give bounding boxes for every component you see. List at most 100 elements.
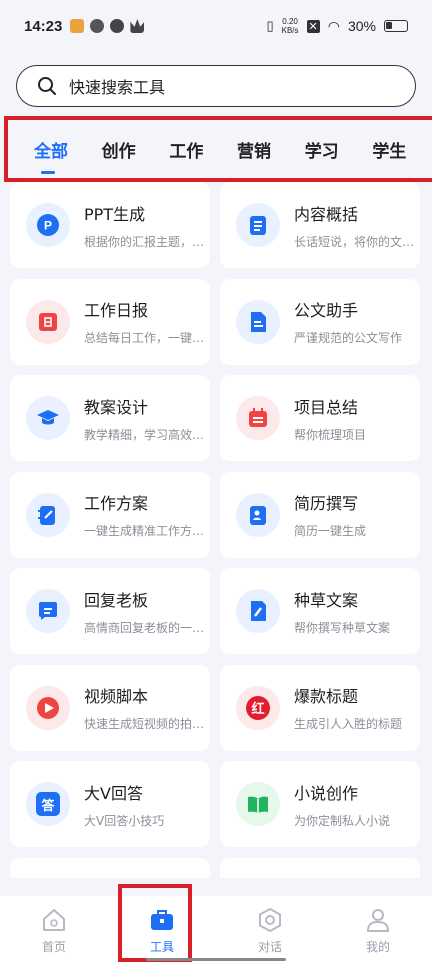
tool-title: 教案设计 xyxy=(84,397,149,417)
nav-me[interactable]: 我的 xyxy=(324,896,432,964)
tool-card-text: 内容概括 长话短说，将你的文… xyxy=(294,201,418,250)
svg-text:P: P xyxy=(44,219,52,233)
book-open-icon xyxy=(248,796,268,813)
tool-description: 严谨规范的公文写作 xyxy=(294,331,403,345)
tool-title: 种草文案 xyxy=(294,590,359,610)
tool-card[interactable]: 影视解说 xyxy=(10,857,210,878)
tool-card[interactable]: 小说创作 为你定制私人小说 xyxy=(220,761,420,847)
tool-card-text: 工作日报 总结每日工作，一键… xyxy=(84,297,208,346)
tool-card[interactable]: P PPT生成根据你的汇报主题，… xyxy=(10,182,210,268)
tool-title: 简历撰写 xyxy=(294,494,359,513)
net-speed-value: 0.20 xyxy=(282,17,298,26)
tool-card[interactable]: 工作方案一键生成精准工作方… xyxy=(10,471,210,558)
tool-title: 爆款标题 xyxy=(294,687,359,706)
toolbox-icon xyxy=(151,909,173,930)
clipboard-icon xyxy=(236,203,280,247)
tool-card-text: 公文助手 严谨规范的公文写作 xyxy=(294,297,418,346)
tool-title: PPT生成 xyxy=(84,204,146,224)
tool-description: 简历一键生成 xyxy=(294,524,367,538)
pen-doc-icon xyxy=(251,601,266,621)
wifi-icon: ◠ xyxy=(327,17,340,34)
tool-description: 一键生成精准工作方… xyxy=(84,524,205,538)
tool-card[interactable]: 视频脚本快速生成短视频的拍… xyxy=(10,664,210,751)
answer-icon: 答 xyxy=(26,782,70,826)
tool-card[interactable]: 内容概括 长话短说，将你的文… xyxy=(220,182,420,268)
notebook-pen-icon xyxy=(38,505,55,525)
ppt-icon: P xyxy=(26,203,70,247)
tool-title: 工作日报 xyxy=(84,301,149,320)
battery-icon xyxy=(384,20,408,32)
tool-description: 长话短说，将你的文… xyxy=(294,234,415,249)
home-icon xyxy=(43,908,65,931)
tool-card-text: 种草文案 帮你撰写种草文案 xyxy=(294,587,418,636)
resume-icon xyxy=(250,505,266,525)
tool-card-text: 项目总结 帮你梳理项目 xyxy=(294,394,418,443)
bottom-nav: 首页 工具 对话 我的 xyxy=(0,896,432,964)
tool-card[interactable]: 标题优化 xyxy=(220,857,420,878)
tab-all[interactable]: 全部 xyxy=(34,137,102,174)
tool-title: 大V回答 xyxy=(84,783,143,803)
notebook-pen-icon xyxy=(26,492,70,537)
graduation-cap-icon xyxy=(37,410,59,425)
nav-home-label: 首页 xyxy=(41,939,66,954)
system-status-icons: ▯ 0.20 KB/s ✕ ◠ 30% xyxy=(266,17,408,35)
tool-card-text: PPT生成根据你的汇报主题，… xyxy=(84,201,208,250)
notification-icons xyxy=(70,19,145,33)
tool-description: 为你定制私人小说 xyxy=(294,813,391,828)
tool-card[interactable]: 工作日报 总结每日工作，一键… xyxy=(10,278,210,365)
play-icon xyxy=(37,696,59,719)
tool-card[interactable]: 公文助手 严谨规范的公文写作 xyxy=(220,278,420,365)
tool-title: 工作方案 xyxy=(84,494,149,513)
search-input[interactable]: 快速搜索工具 xyxy=(69,74,165,98)
nav-me-label: 我的 xyxy=(365,939,390,954)
chat-hex-icon xyxy=(259,907,281,932)
nav-home[interactable]: 首页 xyxy=(0,896,108,964)
battery-percent: 30% xyxy=(347,18,376,34)
badge-glyph: 红 xyxy=(246,695,270,720)
home-indicator xyxy=(146,958,286,961)
tool-description: 帮你梳理项目 xyxy=(294,427,367,442)
tool-card[interactable]: 答大V回答 大V回答小技巧 xyxy=(10,761,210,847)
calendar-day-icon xyxy=(26,299,70,344)
hot-badge-icon: 红 xyxy=(236,685,280,730)
nav-tools-label: 工具 xyxy=(149,939,174,954)
tool-card[interactable]: 简历撰写简历一键生成 xyxy=(220,471,420,558)
tool-title: 视频脚本 xyxy=(84,687,149,706)
graduation-cap-icon xyxy=(26,396,70,440)
status-time: 14:23 xyxy=(24,17,63,35)
chat-bubble-icon xyxy=(39,602,57,620)
tool-card[interactable]: 项目总结 帮你梳理项目 xyxy=(220,375,420,461)
tool-card-text: 小说创作 为你定制私人小说 xyxy=(294,780,418,829)
tool-card-text: 大V回答 大V回答小技巧 xyxy=(84,780,208,829)
nav-chat-label: 对话 xyxy=(257,939,282,954)
tab-marketing[interactable]: 营销 xyxy=(237,137,305,162)
tab-student[interactable]: 学生 xyxy=(372,137,432,162)
tool-card[interactable]: 红爆款标题 生成引人入胜的标题 xyxy=(220,664,420,751)
category-tabs: 全部 创作 工作 营销 学习 学生 xyxy=(4,116,432,182)
tool-card[interactable]: 种草文案 帮你撰写种草文案 xyxy=(220,568,420,654)
nav-tools[interactable]: 工具 xyxy=(108,896,216,964)
calendar-icon xyxy=(249,408,267,427)
tool-card-text: 爆款标题 生成引人入胜的标题 xyxy=(294,683,418,732)
badge-glyph: 答 xyxy=(36,792,60,816)
tab-create[interactable]: 创作 xyxy=(102,137,170,162)
sim-icon: ✕ xyxy=(306,19,320,33)
ppt-icon: P xyxy=(37,214,59,236)
tool-grid: P PPT生成根据你的汇报主题，… 内容概括 长话短说，将你的文… 工作日报 总结每日工作… xyxy=(10,182,422,878)
document-icon xyxy=(251,311,266,332)
tool-card[interactable]: 教案设计 教学精细，学习高效… xyxy=(10,375,210,461)
search-bar[interactable]: 快速搜索工具 xyxy=(16,65,416,107)
net-speed-unit: KB/s xyxy=(281,26,299,35)
resume-icon xyxy=(236,492,280,537)
vibrate-icon: ▯ xyxy=(266,18,274,33)
tab-work[interactable]: 工作 xyxy=(169,137,237,162)
nav-chat[interactable]: 对话 xyxy=(216,896,324,964)
tool-card[interactable]: 回复老板 高情商回复老板的一… xyxy=(10,568,210,654)
status-bar: 14:23 ▯ 0.20 KB/s ✕ ◠ 30% xyxy=(0,0,432,52)
tool-description: 根据你的汇报主题，… xyxy=(84,234,205,249)
user-icon xyxy=(366,908,390,932)
tab-study[interactable]: 学习 xyxy=(305,137,373,162)
tool-card-text: 教案设计 教学精细，学习高效… xyxy=(84,394,208,443)
clipboard-icon xyxy=(250,216,266,235)
tool-description: 快速生成短视频的拍… xyxy=(84,717,205,731)
